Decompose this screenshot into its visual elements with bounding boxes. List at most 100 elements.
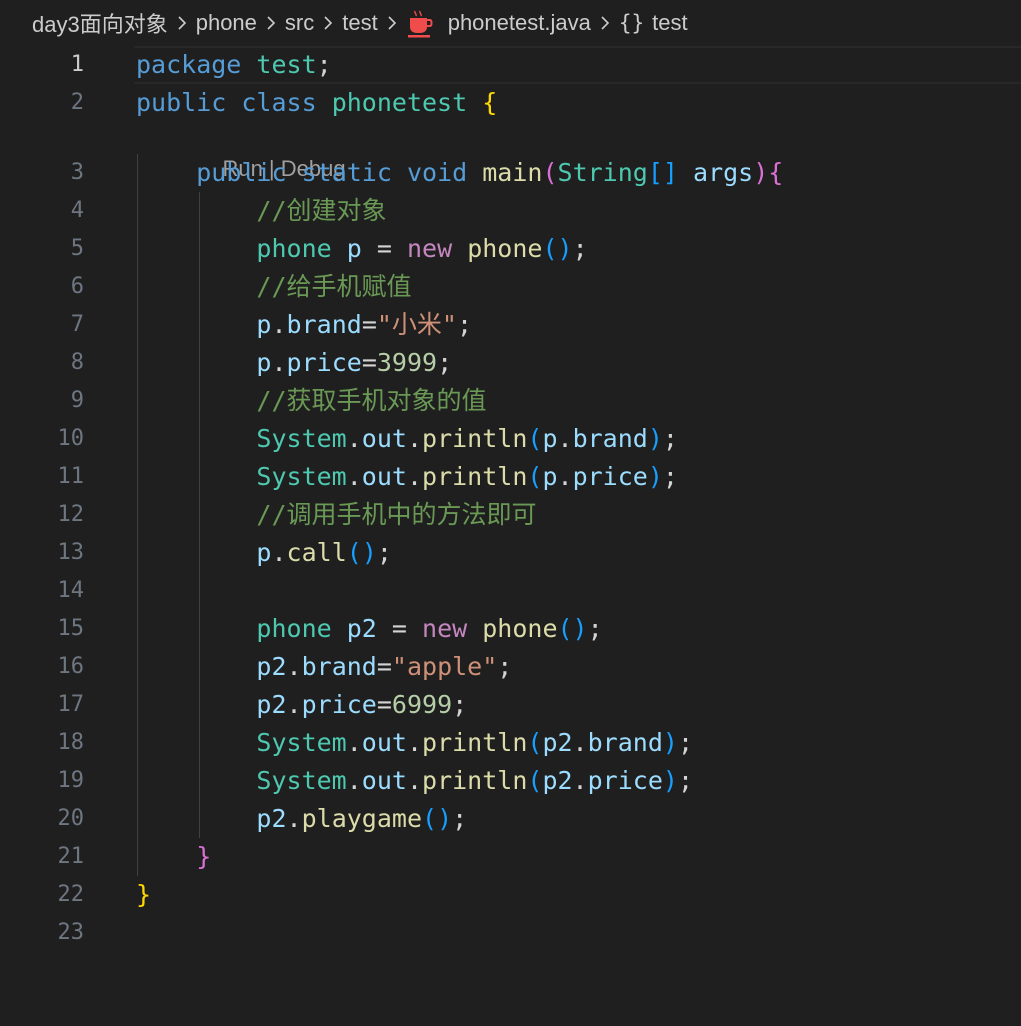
code-text[interactable]: p2.brand="apple"; [136, 648, 512, 686]
code-text[interactable]: public static void main(String[] args){ [136, 154, 783, 192]
code-token: . [346, 462, 362, 491]
code-token: ( [527, 424, 543, 453]
code-text[interactable]: //获取手机对象的值 [136, 382, 486, 420]
code-token: . [557, 462, 573, 491]
code-text[interactable]: p.price=3999; [136, 344, 452, 382]
line-number[interactable]: 14 [0, 572, 85, 610]
code-text[interactable]: phone p = new phone(); [136, 230, 587, 268]
code-text[interactable]: //给手机赋值 [136, 268, 412, 306]
code-text[interactable]: System.out.println(p2.price); [136, 762, 693, 800]
code-text[interactable]: //调用手机中的方法即可 [136, 496, 536, 534]
line-number[interactable]: 1 [0, 46, 84, 84]
line-number[interactable]: 4 [0, 192, 84, 230]
code-text[interactable]: package test; [136, 46, 332, 84]
code-token: test [256, 50, 317, 79]
code-token: ) [662, 728, 678, 757]
line-number[interactable]: 17 [0, 686, 85, 724]
line-number[interactable]: 8 [0, 344, 84, 382]
code-token: brand [301, 652, 377, 681]
code-token: ) [647, 462, 663, 491]
line-number[interactable]: 20 [0, 800, 85, 838]
line-number[interactable]: 6 [0, 268, 84, 306]
line-number[interactable]: 18 [0, 724, 85, 762]
code-token: args [693, 158, 754, 187]
code-text[interactable]: p2.playgame(); [136, 800, 467, 838]
code-token: () [422, 804, 453, 833]
code-token: p [542, 462, 558, 491]
code-text[interactable]: p2.price=6999; [136, 686, 467, 724]
line-number[interactable]: 11 [0, 458, 85, 496]
code-line[interactable]: 2 public class phonetest { [0, 84, 1021, 122]
code-line[interactable]: 13 p.call(); [0, 534, 1021, 572]
code-line[interactable]: 10 System.out.println(p.brand); [0, 420, 1021, 458]
code-line[interactable]: 19 System.out.println(p2.price); [0, 762, 1021, 800]
code-token: void [406, 158, 468, 187]
line-number[interactable]: 2 [0, 84, 84, 122]
breadcrumb-item-project[interactable]: phone [196, 10, 257, 36]
code-line[interactable]: 4 //创建对象 [0, 192, 1021, 230]
code-text[interactable]: p.call(); [136, 534, 392, 572]
code-token: System [256, 728, 347, 757]
code-line[interactable]: 23 [0, 914, 1021, 952]
code-token: ( [527, 766, 543, 795]
code-text[interactable]: } [136, 838, 211, 876]
line-number[interactable]: 7 [0, 306, 84, 344]
code-token: new [422, 614, 468, 643]
code-token: ) [647, 424, 663, 453]
code-line[interactable]: 14 [0, 572, 1021, 610]
code-line[interactable]: 8 p.price=3999; [0, 344, 1021, 382]
code-line[interactable]: 9 //获取手机对象的值 [0, 382, 1021, 420]
line-number[interactable]: 23 [0, 914, 85, 952]
code-line[interactable]: 11 System.out.println(p.price); [0, 458, 1021, 496]
breadcrumb-item-src[interactable]: src [285, 10, 314, 36]
breadcrumb-item-symbol[interactable]: test [652, 10, 687, 36]
code-token: p [256, 348, 272, 377]
line-number[interactable]: 3 [0, 154, 84, 192]
line-number[interactable]: 12 [0, 496, 85, 534]
code-line[interactable]: 18 System.out.println(p2.brand); [0, 724, 1021, 762]
code-line[interactable]: 22} [0, 876, 1021, 914]
code-text[interactable]: System.out.println(p2.brand); [136, 724, 693, 762]
line-number[interactable]: 22 [0, 876, 85, 914]
code-line[interactable]: 16 p2.brand="apple"; [0, 648, 1021, 686]
code-text[interactable]: public class phonetest { [136, 84, 497, 122]
code-line[interactable]: 6 //给手机赋值 [0, 268, 1021, 306]
line-number[interactable]: 19 [0, 762, 85, 800]
code-token: ) [662, 766, 678, 795]
line-number[interactable]: 10 [0, 420, 85, 458]
breadcrumb-item-file[interactable]: phonetest.java [448, 10, 591, 36]
line-number[interactable]: 9 [0, 382, 84, 420]
code-token: //给手机赋值 [256, 272, 412, 301]
line-number[interactable]: 15 [0, 610, 85, 648]
code-line[interactable]: 7 p.brand="小米"; [0, 306, 1021, 344]
code-token: phonetest [331, 88, 468, 117]
code-line[interactable]: 21 } [0, 838, 1021, 876]
code-text[interactable]: System.out.println(p.price); [136, 458, 678, 496]
code-text[interactable]: //创建对象 [136, 192, 386, 230]
code-token: = [376, 614, 423, 643]
chevron-right-icon [378, 0, 406, 46]
code-line[interactable]: 1 package test; [0, 46, 1021, 84]
code-text[interactable]: phone p2 = new phone(); [136, 610, 602, 648]
code-token: ( [527, 462, 543, 491]
code-text[interactable]: System.out.println(p.brand); [136, 420, 678, 458]
code-line[interactable]: 17 p2.price=6999; [0, 686, 1021, 724]
code-line[interactable]: 3 public static void main(String[] args)… [0, 154, 1021, 192]
line-number[interactable]: 13 [0, 534, 85, 572]
code-token: = [376, 652, 392, 681]
code-line[interactable]: 20 p2.playgame(); [0, 800, 1021, 838]
breadcrumb-item-package[interactable]: test [342, 10, 377, 36]
line-number[interactable]: 5 [0, 230, 84, 268]
code-token: public [136, 88, 227, 117]
breadcrumb-item-folder[interactable]: day3面向对象 [32, 7, 168, 39]
code-editor[interactable]: Run | Debug 1 package test; 2 public class … [0, 46, 1021, 1026]
line-number[interactable]: 21 [0, 838, 85, 876]
code-line[interactable]: 15 phone p2 = new phone(); [0, 610, 1021, 648]
code-text[interactable]: } [136, 876, 151, 914]
line-number[interactable]: 16 [0, 648, 85, 686]
code-line[interactable]: 5 phone p = new phone(); [0, 230, 1021, 268]
code-line[interactable]: 12 //调用手机中的方法即可 [0, 496, 1021, 534]
code-token: ; [452, 690, 468, 719]
code-text[interactable]: p.brand="小米"; [136, 306, 472, 344]
